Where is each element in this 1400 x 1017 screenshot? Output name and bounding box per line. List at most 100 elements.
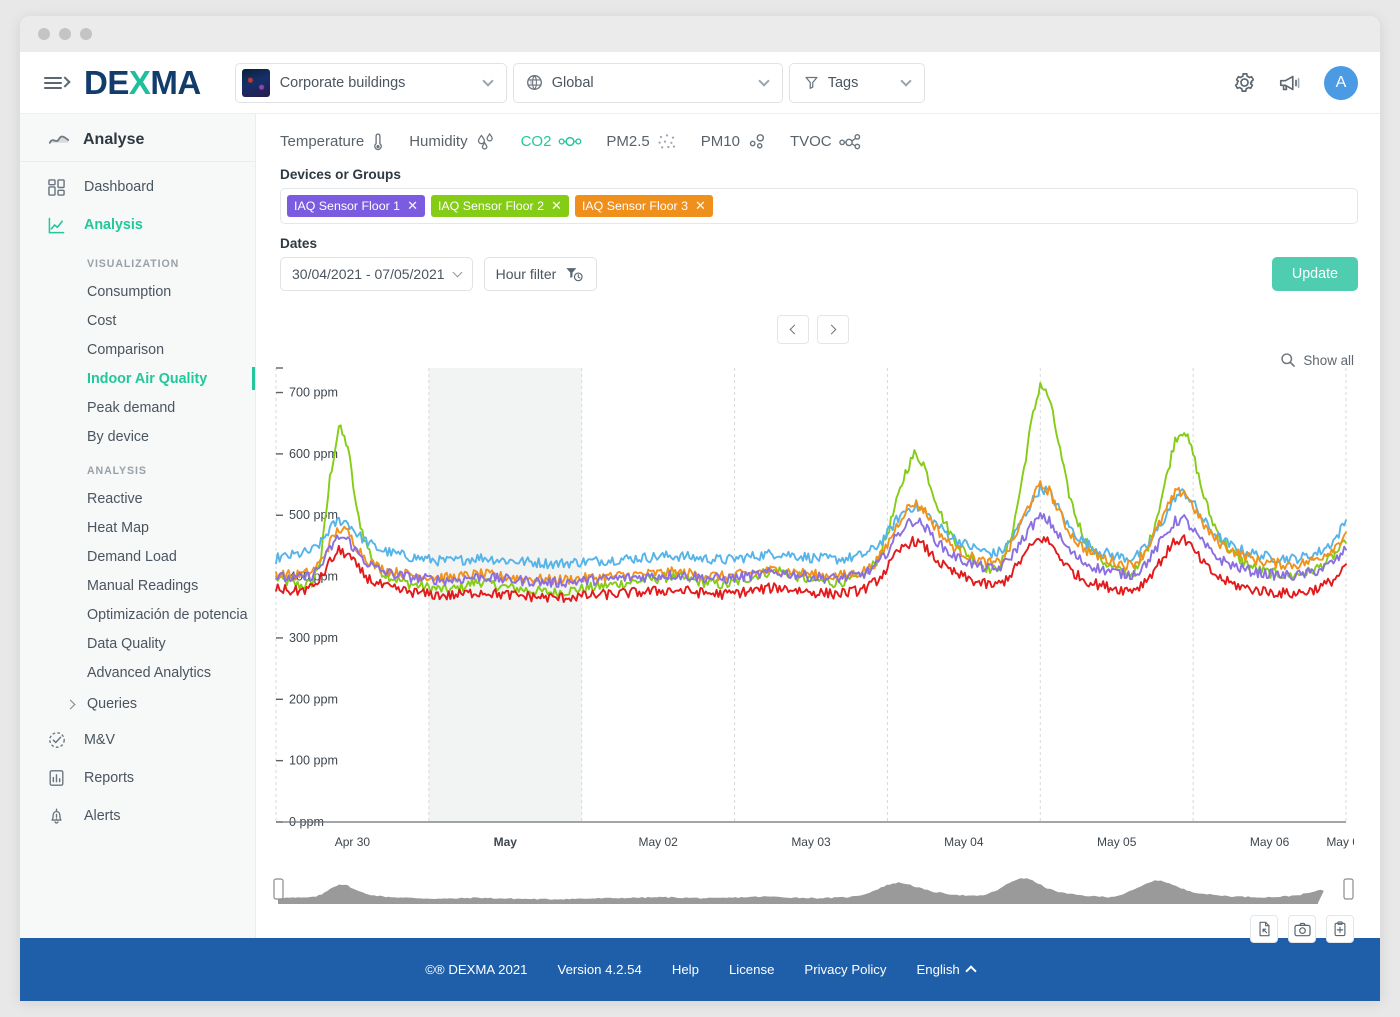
sidebar-item-label: Comparison (87, 341, 165, 358)
hamburger-arrow-icon[interactable] (44, 73, 71, 93)
minimap-svg[interactable] (272, 873, 1358, 909)
footer-language-selector[interactable]: English (917, 962, 977, 977)
device-chip[interactable]: IAQ Sensor Floor 2 ✕ (430, 195, 569, 217)
snapshot-button[interactable] (1288, 915, 1316, 943)
footer-link-license[interactable]: License (729, 962, 774, 977)
metric-tabs: Temperature Humidity CO2 PM2.5 PM10 TVOC (268, 114, 1358, 155)
globe-icon (526, 75, 542, 90)
chart-export-row (268, 915, 1358, 943)
bell-alert-icon (48, 807, 72, 825)
sidebar-item-reactive[interactable]: Reactive (20, 484, 255, 513)
export-file-button[interactable] (1250, 915, 1278, 943)
chart-svg[interactable]: 0 ppm100 ppm200 ppm300 ppm400 ppm500 ppm… (268, 362, 1366, 862)
avatar[interactable]: A (1324, 65, 1358, 100)
hour-filter-label: Hour filter (495, 266, 557, 282)
sidebar-item-alerts[interactable]: Alerts (20, 797, 255, 835)
update-button[interactable]: Update (1271, 257, 1358, 291)
sidebar-item-label: Peak demand (87, 399, 176, 416)
co2-chart[interactable]: 0 ppm 100 ppm 200 ppm 300 ppm 400 ppm 500 ppm… (268, 362, 1366, 867)
sidebar-item-queries[interactable]: Queries (20, 687, 255, 721)
megaphone-icon[interactable] (1278, 72, 1302, 94)
sidebar-item-label: Advanced Analytics (87, 664, 211, 681)
dexma-logo: DE X MA (84, 64, 201, 102)
sidebar-item-advanced-analytics[interactable]: Advanced Analytics (20, 658, 255, 687)
sidebar-item-label: Analysis (84, 217, 143, 233)
sidebar-item-mv[interactable]: M&V (20, 721, 255, 759)
sidebar-item-optimizacion-de-potencia[interactable]: Optimización de potencia (20, 600, 255, 629)
chart-prev-button[interactable] (777, 315, 809, 344)
tab-temperature[interactable]: Temperature (280, 132, 385, 151)
chevron-down-icon (452, 267, 463, 277)
footer-copyright: ©® DEXMA 2021 (425, 962, 528, 977)
tab-label: PM2.5 (606, 133, 650, 150)
x-axis-tick-label: May (494, 835, 518, 849)
devices-input[interactable]: IAQ Sensor Floor 1 ✕ IAQ Sensor Floor 2 … (280, 188, 1358, 224)
minimap-handle-left[interactable] (273, 878, 284, 900)
gear-icon[interactable] (1233, 71, 1256, 94)
device-chip[interactable]: IAQ Sensor Floor 3 ✕ (574, 195, 713, 217)
chart-next-button[interactable] (817, 315, 849, 344)
sidebar-item-analysis[interactable]: Analysis (20, 206, 255, 244)
sidebar-item-by-device[interactable]: By device (20, 422, 255, 451)
date-range-selector[interactable]: 30/04/2021 - 07/05/2021 (280, 257, 473, 291)
tab-humidity[interactable]: Humidity (409, 132, 496, 151)
close-icon[interactable]: ✕ (407, 198, 418, 214)
wave-chart-icon (48, 135, 70, 144)
sidebar-item-dashboard[interactable]: Dashboard (20, 168, 255, 206)
sidebar-item-comparison[interactable]: Comparison (20, 335, 255, 364)
footer-link-privacy-policy[interactable]: Privacy Policy (804, 962, 886, 977)
sidebar-item-peak-demand[interactable]: Peak demand (20, 393, 255, 422)
sidebar-item-label: Reports (84, 770, 135, 786)
chevron-left-icon (789, 324, 800, 335)
window-minimize-dot[interactable] (59, 28, 71, 40)
camera-icon (1293, 922, 1311, 936)
top-header: DEXMA Corporate buildings Global Tags (20, 52, 1380, 114)
building-selector[interactable]: Corporate buildings (234, 62, 507, 103)
funnel-clock-icon (566, 267, 583, 281)
tab-pm10[interactable]: PM10 (701, 133, 766, 151)
sidebar-item-cost[interactable]: Cost (20, 306, 255, 335)
sidebar-item-data-quality[interactable]: Data Quality (20, 629, 255, 658)
x-axis-tick-label: Apr 30 (335, 835, 371, 849)
sidebar-item-demand-load[interactable]: Demand Load (20, 542, 255, 571)
line-chart-icon (48, 217, 72, 234)
sidebar-item-label: Alerts (84, 808, 121, 824)
device-chip[interactable]: IAQ Sensor Floor 1 ✕ (287, 195, 425, 217)
window-maximize-dot[interactable] (80, 28, 92, 40)
sidebar-group-visualization: VISUALIZATION (87, 258, 180, 270)
scope-selector-label: Global (551, 74, 594, 91)
avatar-initial: A (1335, 73, 1347, 91)
tab-co2[interactable]: CO2 (521, 133, 583, 150)
sidebar-item-consumption[interactable]: Consumption (20, 277, 255, 306)
close-icon[interactable]: ✕ (551, 198, 562, 214)
tab-label: TVOC (789, 133, 832, 150)
app-window: DEXMA Corporate buildings Global Tags (20, 16, 1380, 1001)
droplets-icon (477, 132, 493, 150)
sidebar-item-indoor-air-quality[interactable]: Indoor Air Quality (20, 364, 255, 393)
tab-tvoc[interactable]: TVOC (790, 133, 861, 150)
sidebar-item-reports[interactable]: Reports (20, 759, 255, 797)
footer: ©® DEXMA 2021 Version 4.2.54 Help Licens… (20, 938, 1380, 1001)
window-close-dot[interactable] (38, 28, 50, 40)
y-axis-tick-label: 100 ppm (289, 754, 338, 768)
close-icon[interactable]: ✕ (695, 198, 706, 214)
chevron-down-icon (482, 74, 494, 87)
molecule-co2-icon (559, 136, 582, 147)
hour-filter-button[interactable]: Hour filter (483, 257, 598, 291)
dates-row: 30/04/2021 - 07/05/2021 Hour filter Upda… (280, 257, 1358, 291)
particles-large-icon (749, 133, 765, 149)
tab-label: Humidity (409, 133, 468, 150)
tab-pm25[interactable]: PM2.5 (606, 133, 676, 151)
sidebar-item-manual-readings[interactable]: Manual Readings (20, 571, 255, 600)
sidebar-item-heat-map[interactable]: Heat Map (20, 513, 255, 542)
chart-range-minimap[interactable] (272, 873, 1358, 909)
add-to-report-button[interactable] (1326, 915, 1354, 943)
window-titlebar (20, 16, 1380, 52)
minimap-area (278, 878, 1324, 903)
sidebar-item-label: Optimización de potencia (87, 606, 248, 623)
minimap-handle-right[interactable] (1343, 878, 1354, 900)
thermometer-icon (374, 133, 383, 151)
scope-selector[interactable]: Global (512, 62, 783, 103)
footer-link-help[interactable]: Help (672, 962, 699, 977)
tags-selector[interactable]: Tags (788, 62, 925, 103)
